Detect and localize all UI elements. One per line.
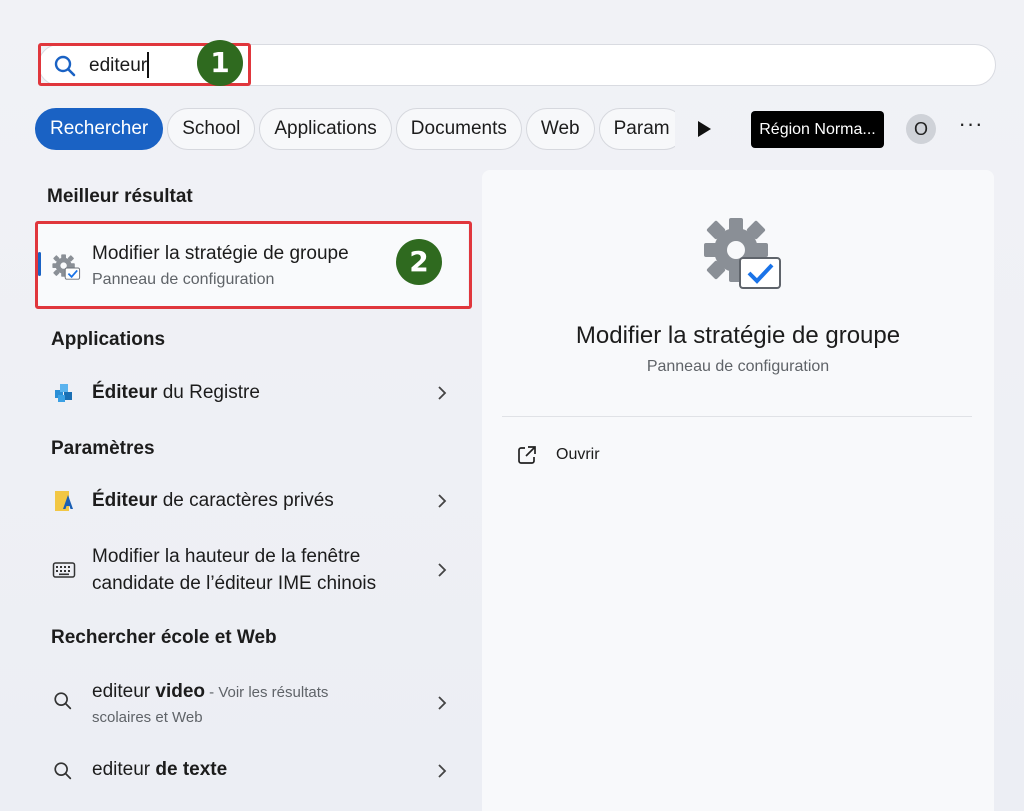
web-item-video[interactable]: editeur video - Voir les résultats scola… [40,675,460,733]
start-search-window: 1 RechercherSchoolApplicationsDocumentsW… [0,0,1024,811]
text-caret [147,52,149,78]
chevron-right-icon [438,563,447,577]
registry-editor-icon [55,384,72,402]
chevron-right-icon [438,386,447,400]
search-box[interactable] [38,44,996,86]
more-options-icon[interactable]: ··· [957,113,985,143]
keyboard-icon [52,562,76,578]
settings-item-line2: candidate de l’éditeur IME chinois [92,573,377,594]
app-item-label: Éditeur du Registre [92,382,260,403]
best-match-subtitle: Panneau de configuration [92,271,275,288]
settings-item-line1: Modifier la hauteur de la fenêtre [92,546,361,567]
detail-title: Modifier la stratégie de groupe [575,322,901,349]
chip-school[interactable]: School [167,108,256,150]
filter-chips: Rechercher School Applications Documents Web… [35,108,675,152]
annotation-badge-1: 1 [197,40,243,86]
web-item-label: editeur de texte [92,759,228,780]
web-item-label: editeur video - Voir les résultats [92,681,329,702]
scroll-chips-right-icon[interactable] [694,118,714,140]
detail-subtitle: Panneau de configuration [646,358,830,375]
search-icon [54,762,72,780]
chip-applications[interactable]: Applications [259,108,392,150]
chip-parametres[interactable]: Param [598,108,675,150]
chevron-right-icon [438,494,447,508]
detail-panel: Modifier la stratégie de groupe Panneau … [482,170,994,811]
best-match-heading: Meilleur résultat [47,186,193,207]
settings-item-ime-window[interactable]: Modifier la hauteur de la fenêtre candid… [40,540,460,600]
app-item-registry-editor[interactable]: Éditeur du Registre [40,372,460,414]
open-label: Ouvrir [556,446,600,463]
applications-heading: Applications [51,329,166,350]
chip-web[interactable]: Web [525,108,595,150]
search-icon [54,692,72,710]
selection-indicator [38,252,41,276]
chevron-right-icon [438,696,447,710]
settings-item-private-chars[interactable]: Éditeur de caractères privés [40,480,460,522]
divider [502,416,972,417]
avatar[interactable]: O [906,114,936,144]
best-match-title: Modifier la stratégie de groupe [92,243,349,264]
region-button[interactable]: Région Norma... [751,111,884,148]
chip-rechercher[interactable]: Rechercher [35,108,164,150]
chevron-right-icon [438,764,447,778]
search-icon [54,55,76,77]
web-heading: Rechercher école et Web [51,627,277,648]
private-character-editor-icon [55,491,73,511]
settings-heading: Paramètres [51,438,155,459]
annotation-badge-2: 2 [396,239,442,285]
web-item-text[interactable]: editeur de texte [40,750,460,792]
search-input[interactable] [89,53,589,79]
group-policy-icon [52,254,81,280]
group-policy-icon [704,218,781,289]
chip-documents[interactable]: Documents [395,108,522,150]
open-button[interactable]: Ouvrir [516,442,716,468]
web-item-sublabel: scolaires et Web [92,709,203,726]
open-external-icon [518,446,536,464]
settings-item-label: Éditeur de caractères privés [92,490,334,511]
